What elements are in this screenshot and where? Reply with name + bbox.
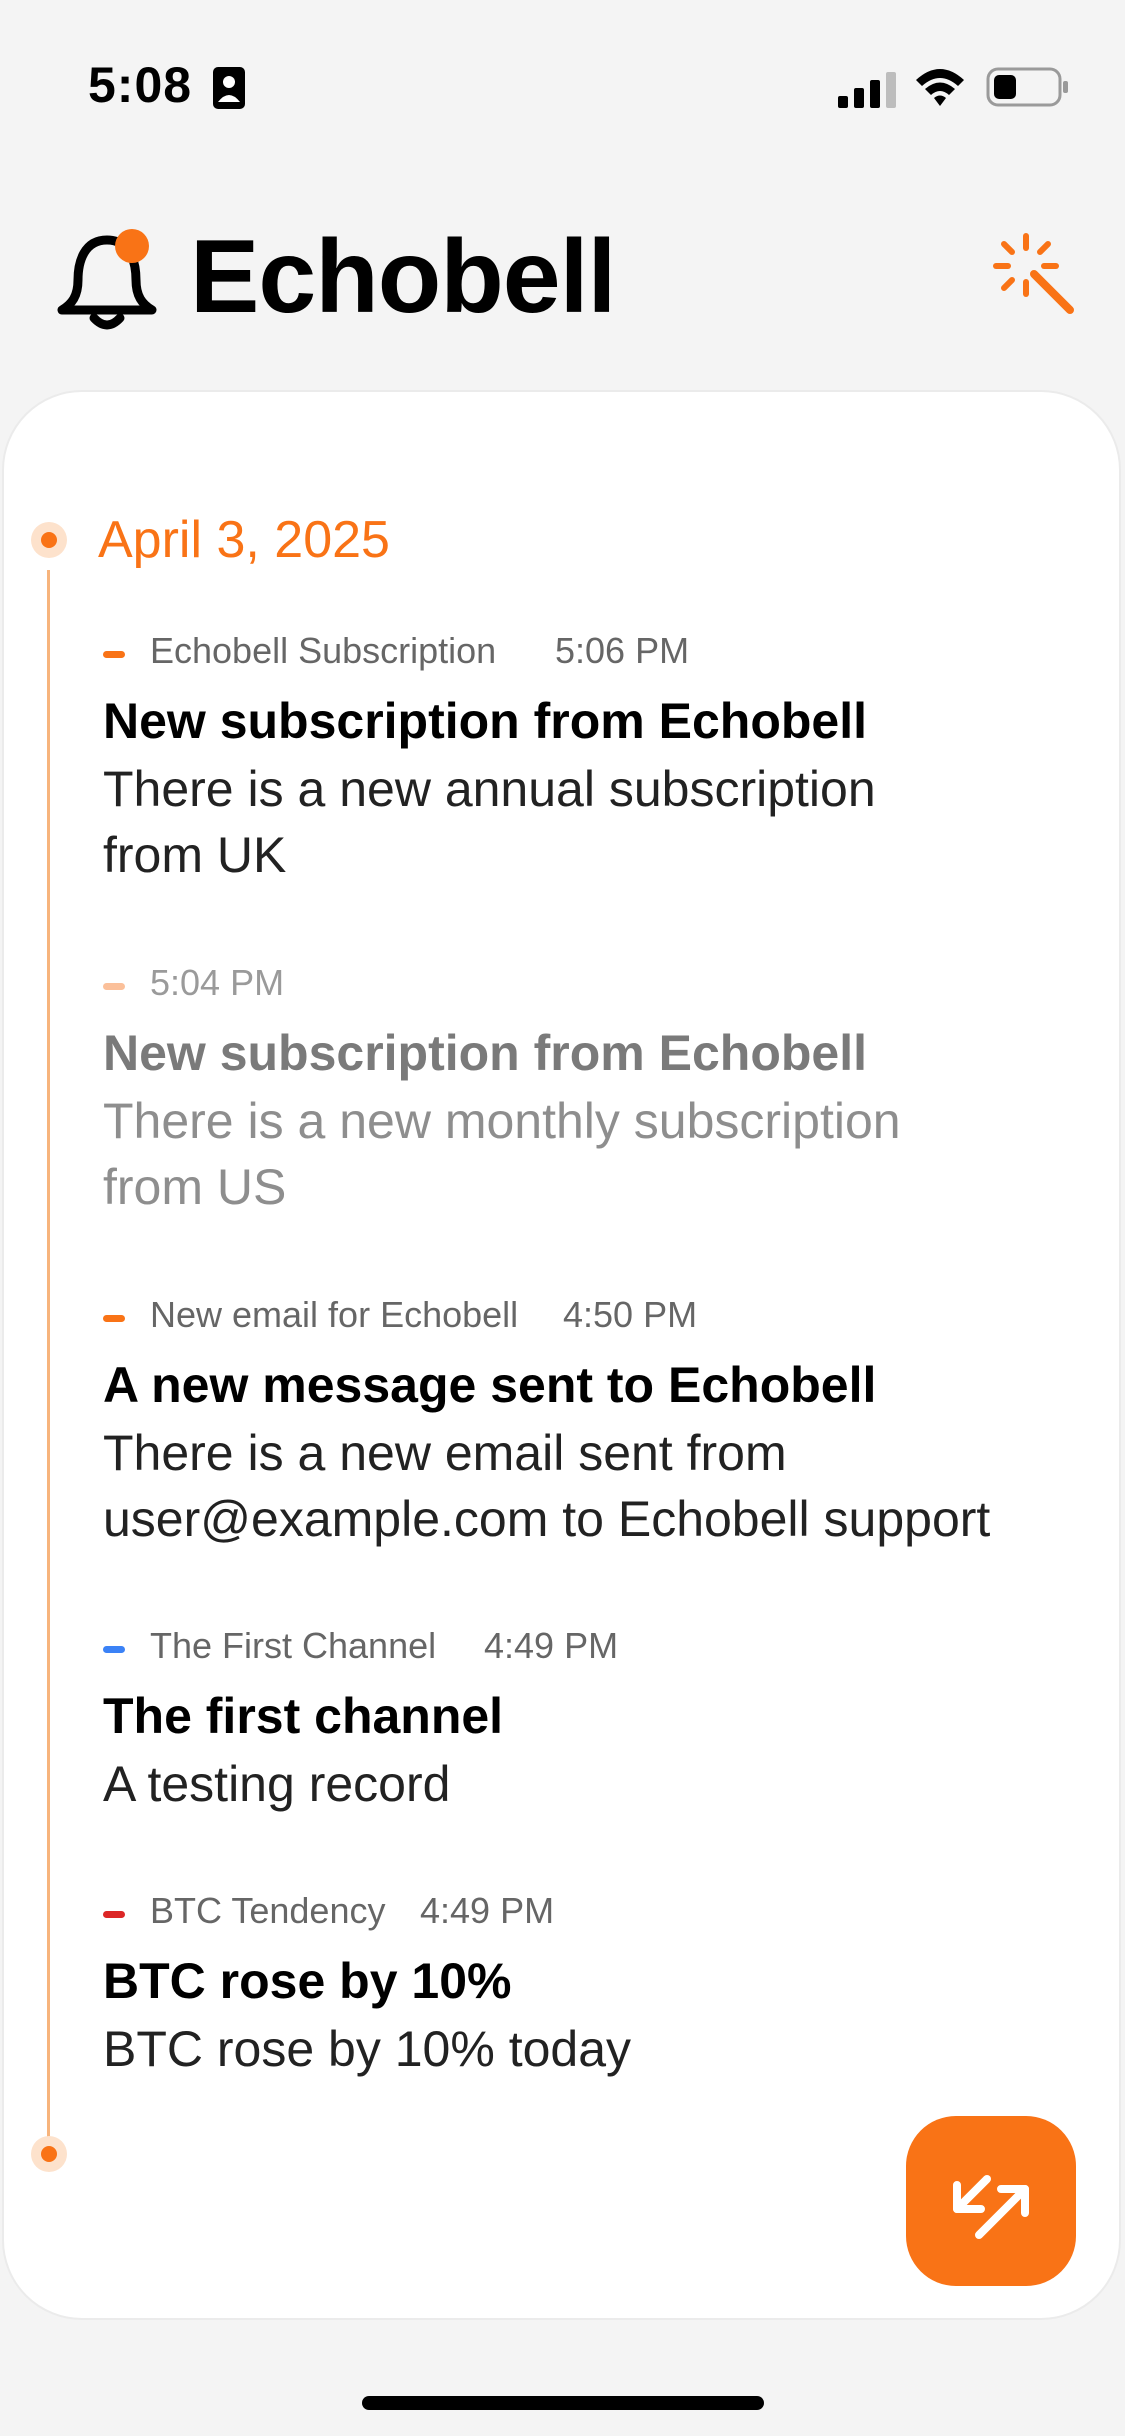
notification-time: 4:49 PM: [420, 1890, 555, 1931]
expand-fab-button[interactable]: [906, 2116, 1076, 2286]
notification-body: There is a new email sent from user@exam…: [103, 1425, 991, 1547]
notification-time: 4:49 PM: [484, 1625, 619, 1666]
notification-title: The first channel: [103, 1688, 504, 1744]
id-card-icon: [213, 67, 245, 109]
status-bar: 5:08: [0, 0, 1125, 130]
magic-wand-button[interactable]: [990, 230, 1080, 320]
app-header: Echobell: [0, 190, 1125, 360]
timeline-date: April 3, 2025: [98, 511, 390, 569]
channel-color-bar: [103, 651, 125, 658]
notification-time: 5:04 PM: [150, 962, 285, 1003]
expand-arrows-icon: [953, 2175, 1029, 2239]
channel-name: The First Channel: [150, 1625, 437, 1666]
notification-time: 4:50 PM: [563, 1294, 698, 1335]
channel-color-bar: [103, 1315, 125, 1322]
timeline-end-dot: [31, 2136, 67, 2172]
notification-item[interactable]: 5:04 PM New subscription from Echobell T…: [0, 962, 1125, 1222]
notification-body: There is a new annual subscription from …: [103, 761, 876, 883]
channel-name: BTC Tendency: [150, 1890, 386, 1931]
channel-color-bar: [103, 1911, 125, 1918]
notification-body: There is a new monthly subscription from…: [103, 1093, 901, 1215]
notification-item[interactable]: New email for Echobell 4:50 PM A new mes…: [0, 1294, 1125, 1554]
status-time: 5:08: [88, 57, 193, 113]
notification-title: BTC rose by 10%: [103, 1953, 512, 2009]
wifi-icon: [916, 69, 964, 106]
notification-item[interactable]: Echobell Subscription 5:06 PM New subscr…: [0, 630, 1125, 890]
channel-name: Echobell Subscription: [150, 630, 497, 671]
channel-color-bar: [103, 1646, 125, 1653]
home-indicator: [362, 2396, 764, 2410]
notification-body: BTC rose by 10% today: [103, 2021, 632, 2077]
channel-name: New email for Echobell: [150, 1294, 519, 1335]
notification-title: New subscription from Echobell: [103, 1025, 867, 1081]
notification-body: A testing record: [103, 1756, 451, 1812]
timeline-start-dot: [31, 522, 67, 558]
magic-wand-icon: [993, 233, 1074, 314]
notification-item[interactable]: The First Channel 4:49 PM The first chan…: [0, 1625, 1125, 1825]
app-title: Echobell: [190, 219, 616, 335]
cellular-signal-icon: [838, 72, 896, 108]
notification-item[interactable]: BTC Tendency 4:49 PM BTC rose by 10% BTC…: [0, 1890, 1125, 2090]
notification-title: New subscription from Echobell: [103, 693, 867, 749]
notification-title: A new message sent to Echobell: [103, 1357, 877, 1413]
notification-time: 5:06 PM: [555, 630, 690, 671]
bell-icon: [57, 229, 157, 330]
battery-icon: [986, 67, 1068, 107]
channel-color-bar: [103, 983, 125, 990]
